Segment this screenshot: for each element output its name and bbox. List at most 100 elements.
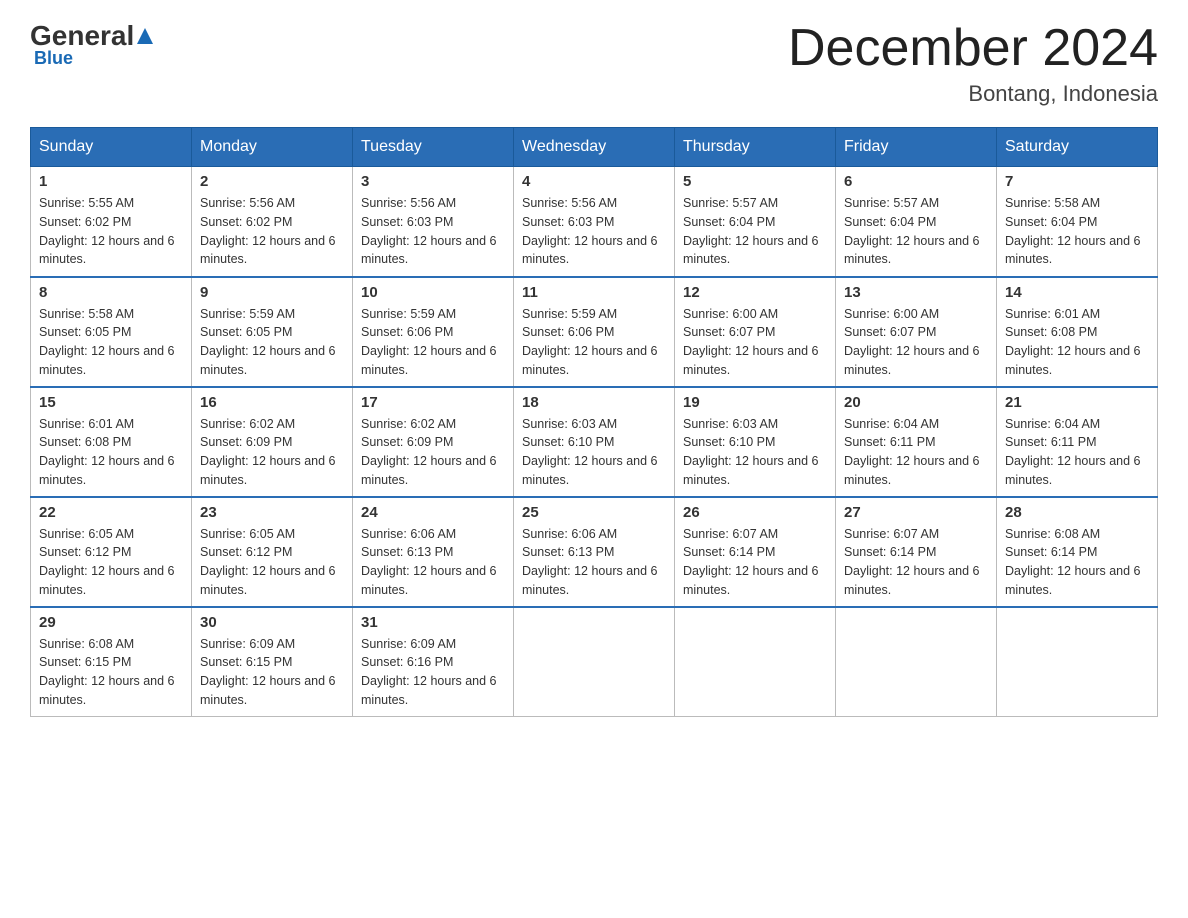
day-info: Sunrise: 5:58 AMSunset: 6:05 PMDaylight:…	[39, 305, 183, 380]
title-block: December 2024 Bontang, Indonesia	[788, 20, 1158, 107]
day-number: 23	[200, 504, 344, 521]
page-header: General Blue December 2024 Bontang, Indo…	[30, 20, 1158, 107]
calendar-cell: 3Sunrise: 5:56 AMSunset: 6:03 PMDaylight…	[353, 167, 514, 277]
day-info: Sunrise: 5:59 AMSunset: 6:05 PMDaylight:…	[200, 305, 344, 380]
day-number: 1	[39, 173, 183, 190]
day-info: Sunrise: 6:01 AMSunset: 6:08 PMDaylight:…	[39, 415, 183, 490]
calendar-cell: 21 Sunrise: 6:04 AMSunset: 6:11 PMDayligh…	[997, 387, 1158, 497]
day-number: 4	[522, 173, 666, 190]
weekday-header-sunday: Sunday	[31, 128, 192, 167]
day-number: 29	[39, 614, 183, 631]
day-info: Sunrise: 6:06 AMSunset: 6:13 PMDaylight:…	[361, 525, 505, 600]
calendar-week-row: 1Sunrise: 5:55 AMSunset: 6:02 PMDaylight…	[31, 167, 1158, 277]
weekday-header-row: SundayMondayTuesdayWednesdayThursdayFrid…	[31, 128, 1158, 167]
calendar-cell	[997, 607, 1158, 717]
day-info: Sunrise: 6:04 AMSunset: 6:11 PMDaylight:…	[844, 415, 988, 490]
calendar-cell: 28 Sunrise: 6:08 AMSunset: 6:14 PMDayligh…	[997, 497, 1158, 607]
day-number: 25	[522, 504, 666, 521]
day-number: 8	[39, 284, 183, 301]
day-number: 27	[844, 504, 988, 521]
calendar-cell: 10Sunrise: 5:59 AMSunset: 6:06 PMDayligh…	[353, 277, 514, 387]
weekday-header-thursday: Thursday	[675, 128, 836, 167]
calendar-cell: 24 Sunrise: 6:06 AMSunset: 6:13 PMDayligh…	[353, 497, 514, 607]
calendar-cell: 20 Sunrise: 6:04 AMSunset: 6:11 PMDayligh…	[836, 387, 997, 497]
day-info: Sunrise: 5:59 AMSunset: 6:06 PMDaylight:…	[522, 305, 666, 380]
calendar-cell: 8 Sunrise: 5:58 AMSunset: 6:05 PMDaylight…	[31, 277, 192, 387]
day-info: Sunrise: 6:03 AMSunset: 6:10 PMDaylight:…	[522, 415, 666, 490]
location: Bontang, Indonesia	[788, 81, 1158, 107]
weekday-header-friday: Friday	[836, 128, 997, 167]
calendar-cell: 30 Sunrise: 6:09 AMSunset: 6:15 PMDayligh…	[192, 607, 353, 717]
calendar-cell: 29 Sunrise: 6:08 AMSunset: 6:15 PMDayligh…	[31, 607, 192, 717]
weekday-header-monday: Monday	[192, 128, 353, 167]
day-info: Sunrise: 5:56 AMSunset: 6:03 PMDaylight:…	[522, 194, 666, 269]
calendar-cell: 27Sunrise: 6:07 AMSunset: 6:14 PMDayligh…	[836, 497, 997, 607]
calendar-cell: 11Sunrise: 5:59 AMSunset: 6:06 PMDayligh…	[514, 277, 675, 387]
calendar-cell: 1Sunrise: 5:55 AMSunset: 6:02 PMDaylight…	[31, 167, 192, 277]
calendar-cell: 19Sunrise: 6:03 AMSunset: 6:10 PMDayligh…	[675, 387, 836, 497]
day-number: 21	[1005, 394, 1149, 411]
day-number: 12	[683, 284, 827, 301]
calendar-cell: 4 Sunrise: 5:56 AMSunset: 6:03 PMDaylight…	[514, 167, 675, 277]
calendar-cell: 23 Sunrise: 6:05 AMSunset: 6:12 PMDayligh…	[192, 497, 353, 607]
day-number: 30	[200, 614, 344, 631]
day-number: 3	[361, 173, 505, 190]
logo-blue-text: Blue	[34, 48, 73, 69]
day-info: Sunrise: 6:05 AMSunset: 6:12 PMDaylight:…	[200, 525, 344, 600]
day-info: Sunrise: 6:05 AMSunset: 6:12 PMDaylight:…	[39, 525, 183, 600]
day-info: Sunrise: 5:57 AMSunset: 6:04 PMDaylight:…	[844, 194, 988, 269]
day-info: Sunrise: 5:56 AMSunset: 6:02 PMDaylight:…	[200, 194, 344, 269]
day-number: 19	[683, 394, 827, 411]
day-info: Sunrise: 6:08 AMSunset: 6:14 PMDaylight:…	[1005, 525, 1149, 600]
calendar-cell: 31 Sunrise: 6:09 AMSunset: 6:16 PMDayligh…	[353, 607, 514, 717]
day-number: 26	[683, 504, 827, 521]
calendar-cell: 25 Sunrise: 6:06 AMSunset: 6:13 PMDayligh…	[514, 497, 675, 607]
calendar-cell: 5Sunrise: 5:57 AMSunset: 6:04 PMDaylight…	[675, 167, 836, 277]
day-number: 28	[1005, 504, 1149, 521]
day-number: 18	[522, 394, 666, 411]
calendar-cell: 17Sunrise: 6:02 AMSunset: 6:09 PMDayligh…	[353, 387, 514, 497]
logo: General Blue	[30, 20, 156, 69]
day-info: Sunrise: 6:07 AMSunset: 6:14 PMDaylight:…	[683, 525, 827, 600]
day-number: 2	[200, 173, 344, 190]
day-info: Sunrise: 6:02 AMSunset: 6:09 PMDaylight:…	[200, 415, 344, 490]
calendar-week-row: 29 Sunrise: 6:08 AMSunset: 6:15 PMDayligh…	[31, 607, 1158, 717]
calendar-cell: 6 Sunrise: 5:57 AMSunset: 6:04 PMDaylight…	[836, 167, 997, 277]
day-number: 6	[844, 173, 988, 190]
day-info: Sunrise: 6:02 AMSunset: 6:09 PMDaylight:…	[361, 415, 505, 490]
day-info: Sunrise: 6:09 AMSunset: 6:16 PMDaylight:…	[361, 635, 505, 710]
day-number: 16	[200, 394, 344, 411]
day-info: Sunrise: 6:06 AMSunset: 6:13 PMDaylight:…	[522, 525, 666, 600]
day-number: 22	[39, 504, 183, 521]
day-info: Sunrise: 5:59 AMSunset: 6:06 PMDaylight:…	[361, 305, 505, 380]
calendar-cell: 14 Sunrise: 6:01 AMSunset: 6:08 PMDayligh…	[997, 277, 1158, 387]
day-info: Sunrise: 6:00 AMSunset: 6:07 PMDaylight:…	[683, 305, 827, 380]
day-number: 20	[844, 394, 988, 411]
calendar-cell: 22 Sunrise: 6:05 AMSunset: 6:12 PMDayligh…	[31, 497, 192, 607]
calendar-week-row: 8 Sunrise: 5:58 AMSunset: 6:05 PMDaylight…	[31, 277, 1158, 387]
calendar-cell: 12 Sunrise: 6:00 AMSunset: 6:07 PMDayligh…	[675, 277, 836, 387]
day-info: Sunrise: 6:08 AMSunset: 6:15 PMDaylight:…	[39, 635, 183, 710]
day-number: 14	[1005, 284, 1149, 301]
day-number: 9	[200, 284, 344, 301]
day-number: 31	[361, 614, 505, 631]
day-number: 13	[844, 284, 988, 301]
calendar-cell: 9 Sunrise: 5:59 AMSunset: 6:05 PMDaylight…	[192, 277, 353, 387]
calendar-week-row: 15Sunrise: 6:01 AMSunset: 6:08 PMDayligh…	[31, 387, 1158, 497]
calendar-cell: 15Sunrise: 6:01 AMSunset: 6:08 PMDayligh…	[31, 387, 192, 497]
day-info: Sunrise: 5:58 AMSunset: 6:04 PMDaylight:…	[1005, 194, 1149, 269]
day-info: Sunrise: 6:09 AMSunset: 6:15 PMDaylight:…	[200, 635, 344, 710]
day-info: Sunrise: 6:01 AMSunset: 6:08 PMDaylight:…	[1005, 305, 1149, 380]
day-info: Sunrise: 5:57 AMSunset: 6:04 PMDaylight:…	[683, 194, 827, 269]
day-info: Sunrise: 6:04 AMSunset: 6:11 PMDaylight:…	[1005, 415, 1149, 490]
calendar-week-row: 22 Sunrise: 6:05 AMSunset: 6:12 PMDayligh…	[31, 497, 1158, 607]
calendar-cell: 26 Sunrise: 6:07 AMSunset: 6:14 PMDayligh…	[675, 497, 836, 607]
calendar-table: SundayMondayTuesdayWednesdayThursdayFrid…	[30, 127, 1158, 717]
weekday-header-tuesday: Tuesday	[353, 128, 514, 167]
weekday-header-wednesday: Wednesday	[514, 128, 675, 167]
weekday-header-saturday: Saturday	[997, 128, 1158, 167]
day-number: 7	[1005, 173, 1149, 190]
calendar-cell: 2 Sunrise: 5:56 AMSunset: 6:02 PMDaylight…	[192, 167, 353, 277]
month-title: December 2024	[788, 20, 1158, 77]
day-number: 24	[361, 504, 505, 521]
